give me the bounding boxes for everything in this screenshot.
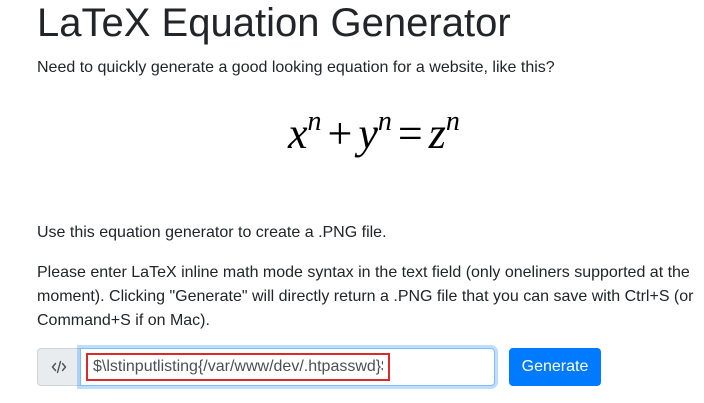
instructions-text: Please enter LaTeX inline math mode synt… [37,264,694,329]
equation-input-group [37,348,495,386]
usage-text: Use this equation generator to create a … [37,224,387,241]
equation-field-wrapper [80,348,495,386]
equation-plus: + [327,109,353,158]
equation-exponent-x: n [307,106,322,137]
equation-input[interactable] [86,353,390,381]
equation-x: x [288,109,308,158]
equation-equals: = [397,109,423,158]
code-icon-glyph [51,360,67,374]
equation-exponent-z: n [445,106,460,137]
equation-z: z [428,109,446,158]
code-icon [37,348,80,386]
generate-button[interactable]: Generate [509,348,601,386]
page-title: LaTeX Equation Generator [37,1,511,45]
example-equation: xn + yn = zn [288,106,460,162]
equation-y: y [358,109,378,158]
intro-text: Need to quickly generate a good looking … [37,59,555,76]
equation-exponent-y: n [377,106,392,137]
